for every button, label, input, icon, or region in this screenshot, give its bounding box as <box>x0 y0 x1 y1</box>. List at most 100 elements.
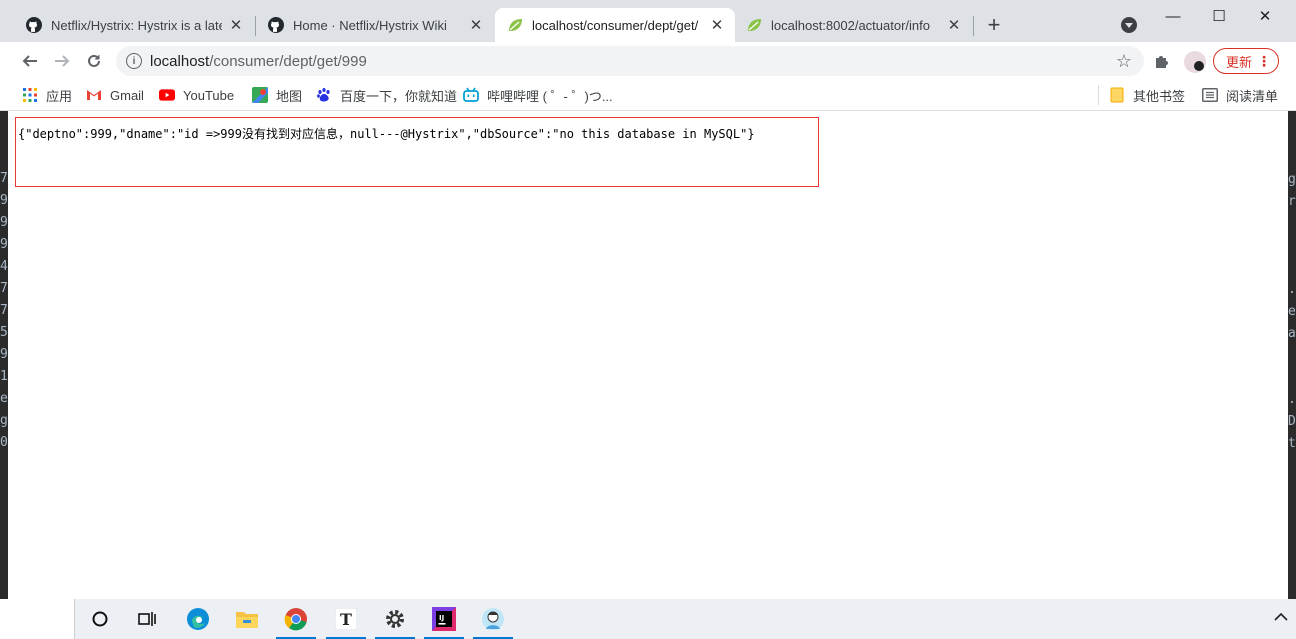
bookmark-label: 其他书签 <box>1133 88 1186 104</box>
edge-icon[interactable] <box>178 599 218 639</box>
tab-title: localhost:8002/actuator/info <box>771 17 930 33</box>
editor-line-fragment: . <box>1288 392 1296 407</box>
bookmark-reading-list[interactable]: 阅读清单 <box>1202 85 1278 105</box>
arrow-right-icon <box>55 55 70 67</box>
editor-line-fragment: a <box>1288 326 1296 341</box>
back-button[interactable] <box>17 48 43 74</box>
toolbar: i localhost/consumer/dept/get/999 ☆ 更新 ⋮ <box>0 42 1296 79</box>
forward-button[interactable] <box>49 48 75 74</box>
json-response: {"deptno":999,"dname":"id =>999没有找到对应信息，… <box>15 117 819 187</box>
taskbar-search-box[interactable] <box>0 599 75 639</box>
editor-line-fragment: 9 <box>0 193 8 208</box>
bookmarks-bar: 应用 Gmail YouTube 地图 百度一下，你就知道 哔哩哔哩 (゜- … <box>0 79 1296 111</box>
close-icon[interactable]: ✕ <box>468 17 484 34</box>
site-info-icon[interactable]: i <box>126 53 142 69</box>
folder-icon <box>1109 87 1125 103</box>
editor-line-fragment: g <box>1288 172 1296 187</box>
url-host: localhost <box>150 52 210 70</box>
show-hidden-icons-chevron[interactable] <box>1274 609 1288 625</box>
cortana-icon[interactable] <box>80 599 120 639</box>
reload-button[interactable] <box>81 48 107 74</box>
editor-line-fragment: e <box>0 391 8 406</box>
github-icon <box>268 17 284 33</box>
editor-line-fragment: t <box>1288 436 1296 451</box>
editor-line-fragment: 9 <box>0 347 8 362</box>
editor-line-fragment: 7 <box>0 303 8 318</box>
screen: Netflix/Hystrix: Hystrix is a late ✕ Hom… <box>0 0 1296 639</box>
url-path: /consumer/dept/get/999 <box>209 52 367 70</box>
maximize-button[interactable]: ☐ <box>1196 0 1242 32</box>
editor-line-fragment: . <box>1288 282 1296 297</box>
qq-avatar-icon[interactable] <box>473 599 513 639</box>
spring-leaf-icon <box>507 17 523 33</box>
typora-icon[interactable]: T <box>326 599 366 639</box>
reading-list-icon <box>1202 87 1218 103</box>
address-bar[interactable]: i localhost/consumer/dept/get/999 ☆ <box>116 46 1144 76</box>
bookmark-apps[interactable]: 应用 <box>22 85 72 105</box>
update-label: 更新 <box>1226 54 1253 70</box>
update-button[interactable]: 更新 ⋮ <box>1213 48 1279 74</box>
bookmark-label: 地图 <box>276 88 303 104</box>
taskbar: T IJ <box>0 599 1296 639</box>
bookmark-other-folder[interactable]: 其他书签 <box>1109 85 1185 105</box>
svg-text:IJ: IJ <box>439 614 444 622</box>
bookmark-label: 哔哩哔哩 ( ゜- ゜)つ... <box>487 88 613 104</box>
bookmark-youtube[interactable]: YouTube <box>159 85 234 105</box>
bookmark-baidu[interactable]: 百度一下，你就知道 <box>316 85 457 105</box>
youtube-icon <box>159 87 175 103</box>
close-icon[interactable]: ✕ <box>709 17 725 34</box>
settings-icon[interactable] <box>375 599 415 639</box>
chrome-icon[interactable] <box>276 599 316 639</box>
profile-avatar[interactable] <box>1184 51 1206 73</box>
svg-text:T: T <box>340 610 352 629</box>
tab-hystrix-wiki[interactable]: Home · Netflix/Hystrix Wiki ✕ <box>256 8 494 42</box>
bookmark-gmail[interactable]: Gmail <box>86 85 144 105</box>
url-text: localhost/consumer/dept/get/999 <box>150 53 367 70</box>
editor-line-fragment: g <box>0 413 8 428</box>
bookmark-bilibili[interactable]: 哔哩哔哩 ( ゜- ゜)つ... <box>463 85 613 105</box>
bookmark-label: 应用 <box>46 88 73 104</box>
window-close-button[interactable]: ✕ <box>1242 0 1288 32</box>
arrow-left-icon <box>22 55 37 67</box>
task-view-icon[interactable] <box>128 599 168 639</box>
tab-title: localhost/consumer/dept/get/ <box>532 17 699 33</box>
tab-hystrix-repo[interactable]: Netflix/Hystrix: Hystrix is a late ✕ <box>14 8 254 42</box>
editor-line-fragment: r <box>1288 194 1296 209</box>
editor-line-fragment: e <box>1288 304 1296 319</box>
tab-title: Home · Netflix/Hystrix Wiki <box>293 17 447 33</box>
editor-line-fragment: 9 <box>0 215 8 230</box>
maps-icon <box>252 87 268 103</box>
page-content: {"deptno":999,"dname":"id =>999没有找到对应信息，… <box>8 112 1288 599</box>
bookmark-star-icon[interactable]: ☆ <box>1116 51 1132 72</box>
bookmark-maps[interactable]: 地图 <box>252 85 302 105</box>
tab-actuator-info[interactable]: localhost:8002/actuator/info ✕ <box>734 8 972 42</box>
github-icon <box>26 17 42 33</box>
editor-line-fragment: 4 <box>0 259 8 274</box>
bilibili-icon <box>463 87 479 103</box>
tab-search-button[interactable] <box>1121 17 1137 33</box>
file-explorer-icon[interactable] <box>227 599 267 639</box>
tab-strip: Netflix/Hystrix: Hystrix is a late ✕ Hom… <box>0 0 1296 42</box>
editor-line-fragment: 0 <box>0 435 8 450</box>
tab-consumer-dept[interactable]: localhost/consumer/dept/get/ ✕ <box>495 8 735 42</box>
gmail-icon <box>86 87 102 103</box>
extensions-icon[interactable] <box>1153 52 1171 70</box>
new-tab-button[interactable]: + <box>983 14 1005 36</box>
spring-leaf-icon <box>746 17 762 33</box>
bookmark-label: YouTube <box>183 87 235 103</box>
minimize-button[interactable]: — <box>1150 0 1196 32</box>
tab-divider <box>973 16 974 36</box>
editor-line-fragment: 1 <box>0 369 8 384</box>
bookmarks-divider <box>1098 85 1099 105</box>
tab-title: Netflix/Hystrix: Hystrix is a late <box>51 17 222 33</box>
intellij-icon[interactable]: IJ <box>424 599 464 639</box>
reload-icon <box>88 54 100 67</box>
editor-line-fragment: 7 <box>0 281 8 296</box>
editor-line-fragment: D <box>1288 414 1296 429</box>
editor-line-fragment: 7 <box>0 171 8 186</box>
close-icon[interactable]: ✕ <box>228 17 244 34</box>
close-icon[interactable]: ✕ <box>946 17 962 34</box>
more-menu-icon[interactable]: ⋮ <box>1257 52 1271 70</box>
background-editor-left: 7 9 9 9 4 7 7 5 9 1 eg 0 <box>0 111 8 599</box>
background-editor-right: gr. ea. Dt <box>1288 111 1296 599</box>
